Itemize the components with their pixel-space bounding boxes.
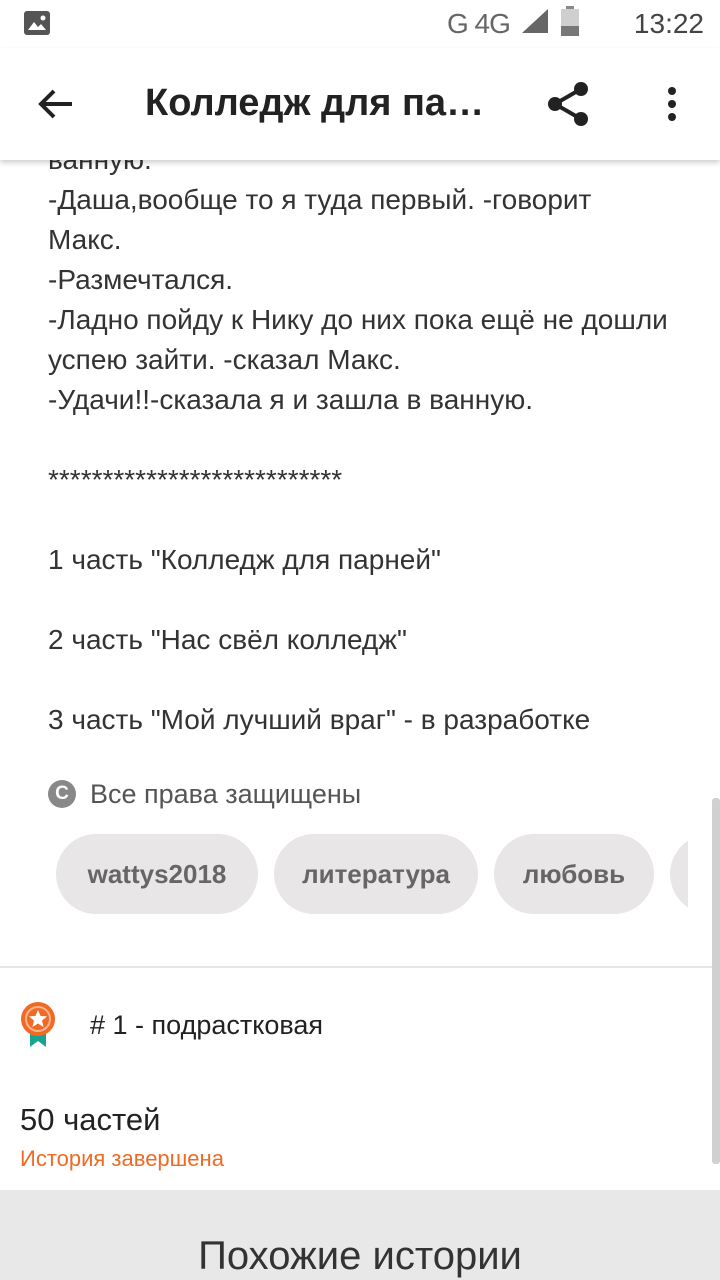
tag-chip[interactable]: любовь <box>494 834 654 914</box>
copyright-notice: C Все права защищены <box>48 774 361 814</box>
app-bar: Колледж для па… <box>0 48 720 160</box>
ranking-row[interactable]: # 1 - подрастковая <box>20 1000 323 1050</box>
share-button[interactable] <box>540 76 596 132</box>
story-part-line: 3 часть "Мой лучший враг" - в разработке <box>48 704 591 735</box>
gallery-notification-icon <box>24 11 50 35</box>
divider <box>0 966 720 968</box>
story-part-line: 2 часть "Нас свёл колледж" <box>48 624 407 655</box>
arrow-back-icon <box>38 89 72 119</box>
more-options-button[interactable] <box>648 76 696 132</box>
story-title: Колледж для па… <box>145 82 485 124</box>
clock: 13:22 <box>633 8 704 39</box>
story-line: -Ладно пойду к Нику до них пока ещё не д… <box>48 304 668 335</box>
tag-chip[interactable] <box>670 834 688 914</box>
story-status: История завершена <box>20 1146 224 1171</box>
more-vert-icon <box>668 87 676 121</box>
story-line: Макс. <box>48 224 122 255</box>
copyright-icon: C <box>48 780 76 808</box>
battery-icon <box>560 5 580 43</box>
ranking-badge-icon <box>21 1002 55 1047</box>
story-line: -Удачи!!-сказала я и зашла в ванную. <box>48 384 533 415</box>
copyright-label: Все права защищены <box>90 778 362 809</box>
network-type-label: G 4G <box>447 8 511 39</box>
share-icon <box>548 82 588 126</box>
story-part-line: 1 часть "Колледж для парней" <box>48 544 441 575</box>
story-line: -Размечтался. <box>48 264 234 295</box>
similar-stories-heading: Похожие истории <box>198 1234 522 1278</box>
story-line: -Даша,вообще то я туда первый. -говорит <box>48 184 592 215</box>
story-separator: *************************** <box>48 464 343 495</box>
similar-stories-section: Похожие истории <box>0 1190 720 1280</box>
back-button[interactable] <box>28 76 84 132</box>
story-line: успею зайти. -сказал Макс. <box>48 344 401 375</box>
parts-count: 50 частей <box>20 1102 161 1137</box>
signal-icon <box>520 7 550 42</box>
status-bar: G 4G 13:22 <box>0 0 720 48</box>
tag-list: wattys2018 литература любовь <box>56 834 688 914</box>
story-content: ванную. -Даша,вообще то я туда первый. -… <box>48 140 688 740</box>
tag-chip[interactable]: wattys2018 <box>56 834 258 914</box>
ranking-label: # 1 - подрастковая <box>90 1009 324 1040</box>
scrollbar[interactable] <box>712 798 720 1164</box>
tag-chip[interactable]: литература <box>274 834 478 914</box>
